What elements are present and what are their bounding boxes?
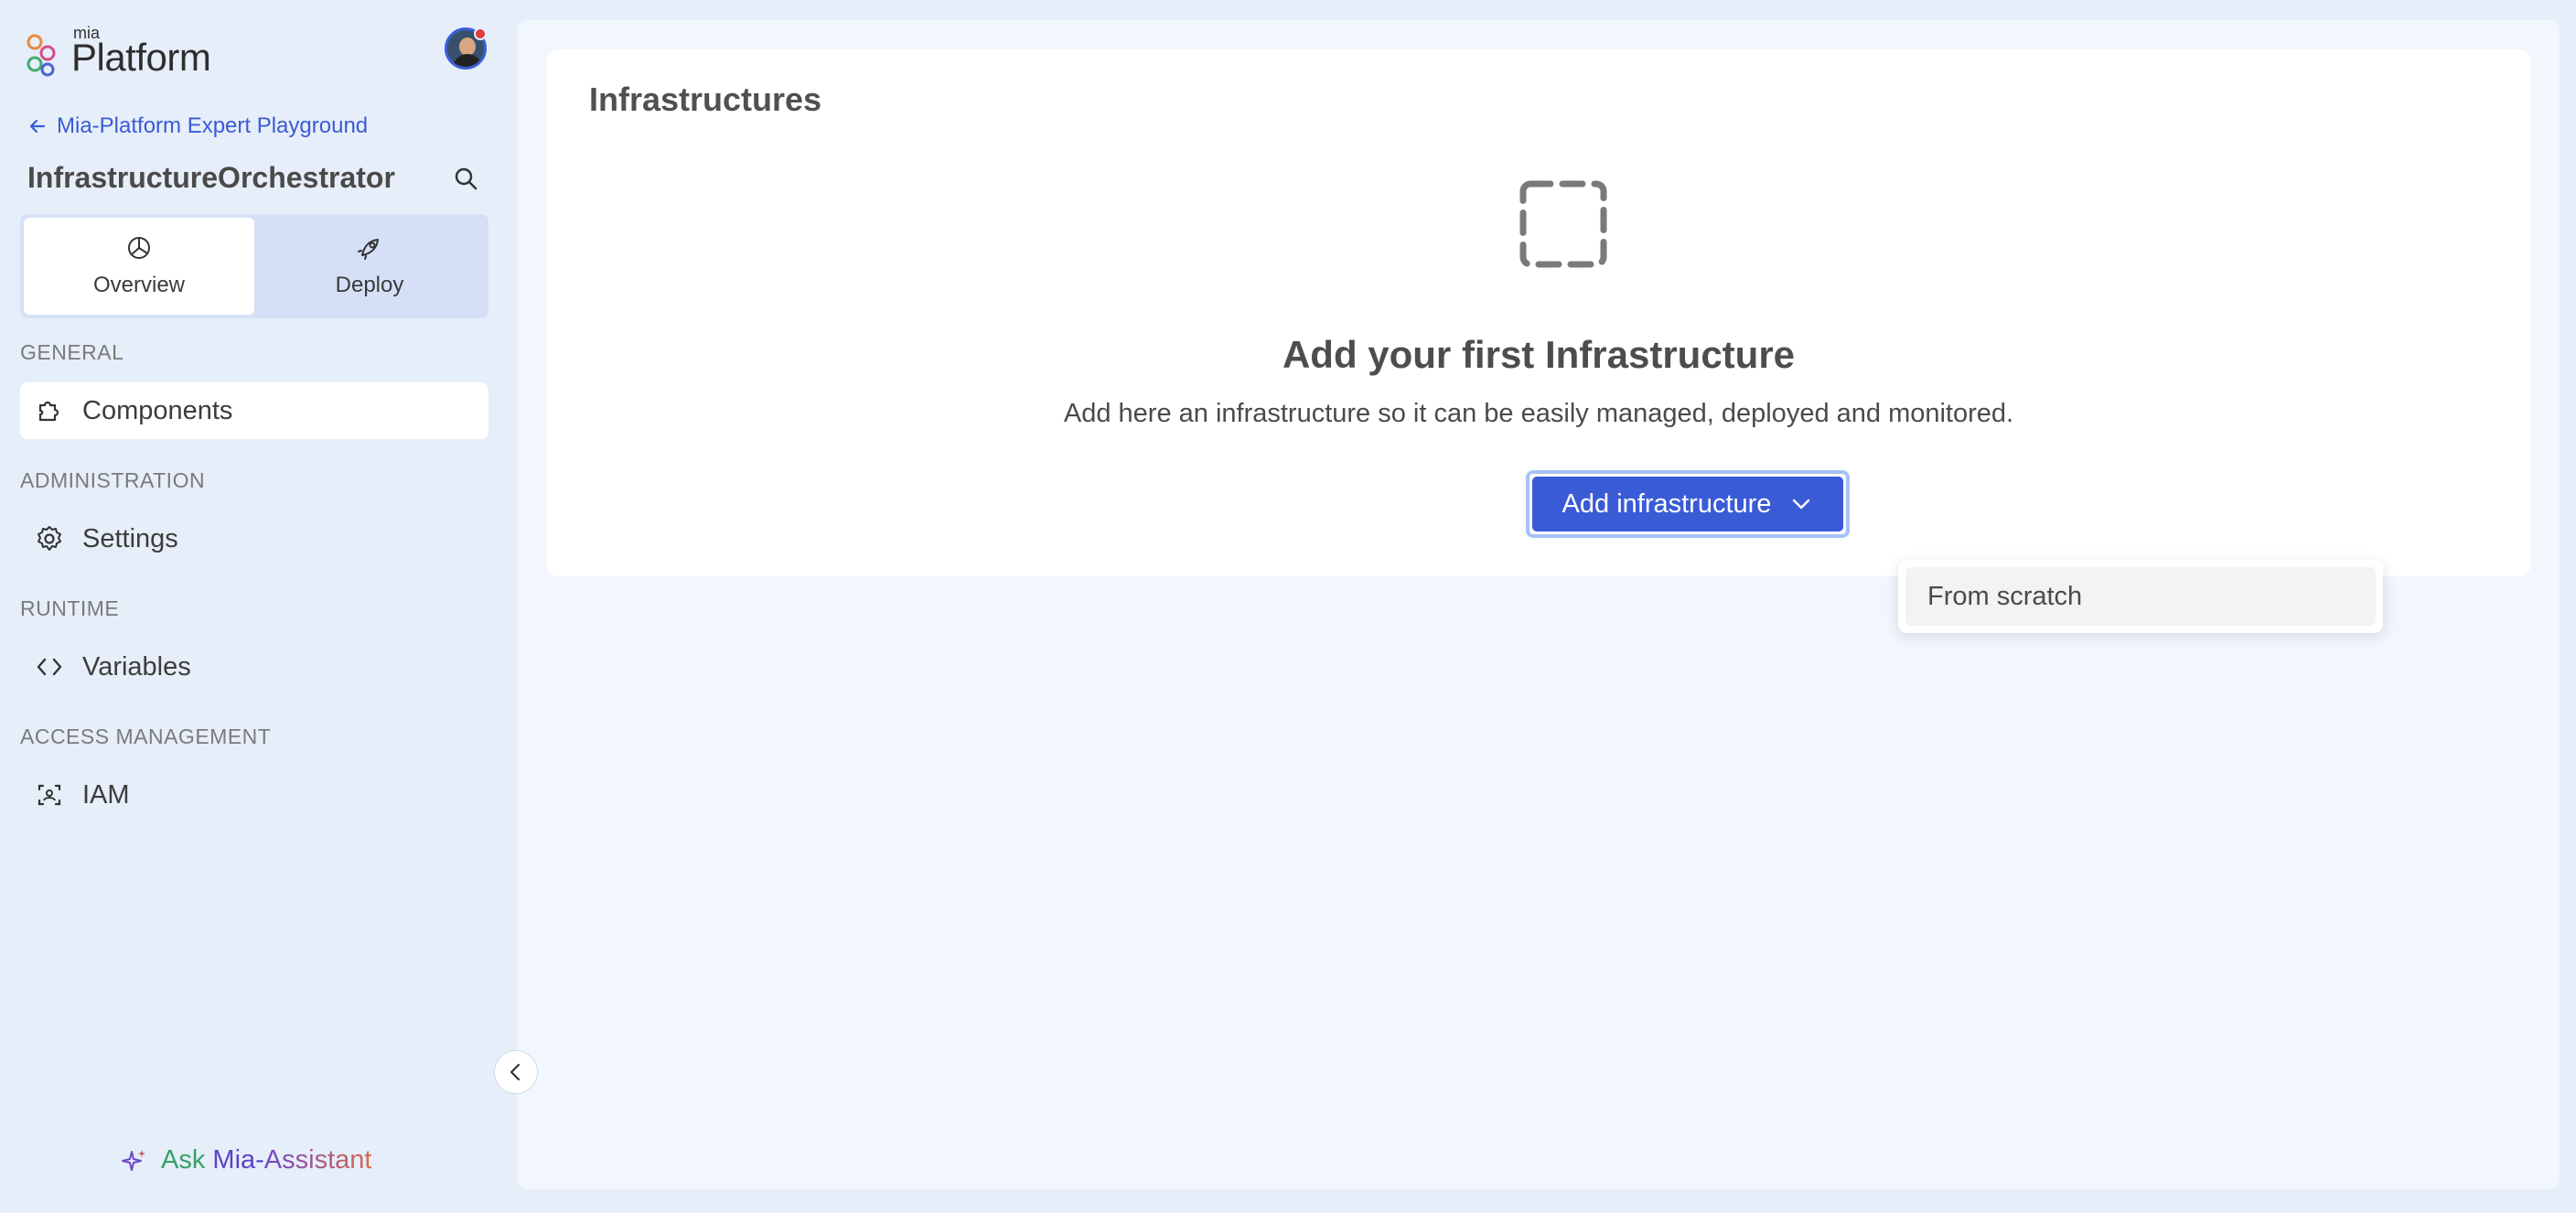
back-link[interactable]: Mia-Platform Expert Playground — [27, 113, 368, 139]
empty-dashed-square-icon — [1519, 180, 1607, 268]
logo-icon — [27, 34, 56, 77]
ask-assistant-button[interactable]: Ask Mia-Assistant — [119, 1145, 371, 1175]
section-label-access-management: ACCESS MANAGEMENT — [20, 725, 272, 748]
mia-platform-logo[interactable]: mia Platform — [26, 24, 211, 77]
assistant-label-assistant: Assistant — [263, 1145, 372, 1175]
sidebar-item-settings[interactable]: Settings — [20, 510, 488, 567]
notification-dot — [474, 27, 487, 40]
empty-state-title: Add your first Infrastructure — [1282, 333, 1796, 376]
search-button[interactable] — [450, 163, 483, 196]
tab-deploy[interactable]: Deploy — [254, 218, 485, 315]
page-title: Infrastructures — [589, 81, 822, 118]
mode-switch: Overview Deploy — [20, 214, 488, 318]
add-infrastructure-dropdown: From scratch — [1898, 560, 2383, 633]
chevron-left-icon — [510, 1063, 521, 1081]
sidebar-item-label: Components — [82, 395, 233, 425]
search-icon — [455, 167, 478, 190]
add-infrastructure-button[interactable]: Add infrastructure — [1532, 477, 1843, 531]
sidebar-item-label: Variables — [82, 651, 191, 682]
puzzle-icon — [38, 401, 59, 422]
section-label-administration: ADMINISTRATION — [20, 468, 206, 492]
collapse-sidebar-button[interactable] — [494, 1050, 538, 1094]
empty-state-description: Add here an infrastructure so it can be … — [1063, 399, 2014, 428]
section-label-runtime: RUNTIME — [20, 596, 120, 620]
tab-deploy-label: Deploy — [335, 273, 404, 297]
user-scan-icon — [38, 784, 61, 806]
sidebar: mia Platform Mia-Platform Expert Playgro… — [0, 0, 509, 1213]
gear-icon — [38, 526, 61, 551]
add-infrastructure-label: Add infrastructure — [1562, 488, 1772, 519]
assistant-label-ask: Ask — [161, 1145, 206, 1175]
add-infrastructure-button-focus-ring: Add infrastructure — [1526, 470, 1850, 538]
sparkle-icon — [122, 1149, 145, 1171]
code-icon — [37, 658, 62, 676]
sidebar-item-variables[interactable]: Variables — [20, 639, 488, 695]
sidebar-item-label: Settings — [82, 523, 178, 553]
arrow-left-icon — [29, 119, 46, 134]
infrastructures-card: Infrastructures Add your first Infrastru… — [547, 49, 2530, 576]
main-content: Infrastructures Add your first Infrastru… — [518, 20, 2560, 1189]
tab-overview-label: Overview — [92, 273, 186, 297]
app-root: mia Platform Mia-Platform Expert Playgro… — [0, 0, 2576, 1213]
tab-overview[interactable]: Overview — [24, 218, 254, 315]
rocket-icon — [358, 239, 379, 260]
pie-chart-icon — [128, 237, 150, 259]
project-title: InfrastructureOrchestrator — [27, 161, 395, 194]
sidebar-item-components[interactable]: Components — [20, 382, 488, 439]
dropdown-option-from-scratch[interactable]: From scratch — [1905, 567, 2376, 626]
back-link-label: Mia-Platform Expert Playground — [57, 113, 369, 138]
sidebar-item-label: IAM — [82, 779, 130, 810]
assistant-label-mia: Mia- — [212, 1145, 264, 1175]
chevron-down-icon — [1793, 499, 1810, 510]
section-label-general: GENERAL — [20, 340, 124, 364]
sidebar-item-iam[interactable]: IAM — [20, 767, 488, 823]
logo-small-text: mia — [73, 24, 101, 42]
